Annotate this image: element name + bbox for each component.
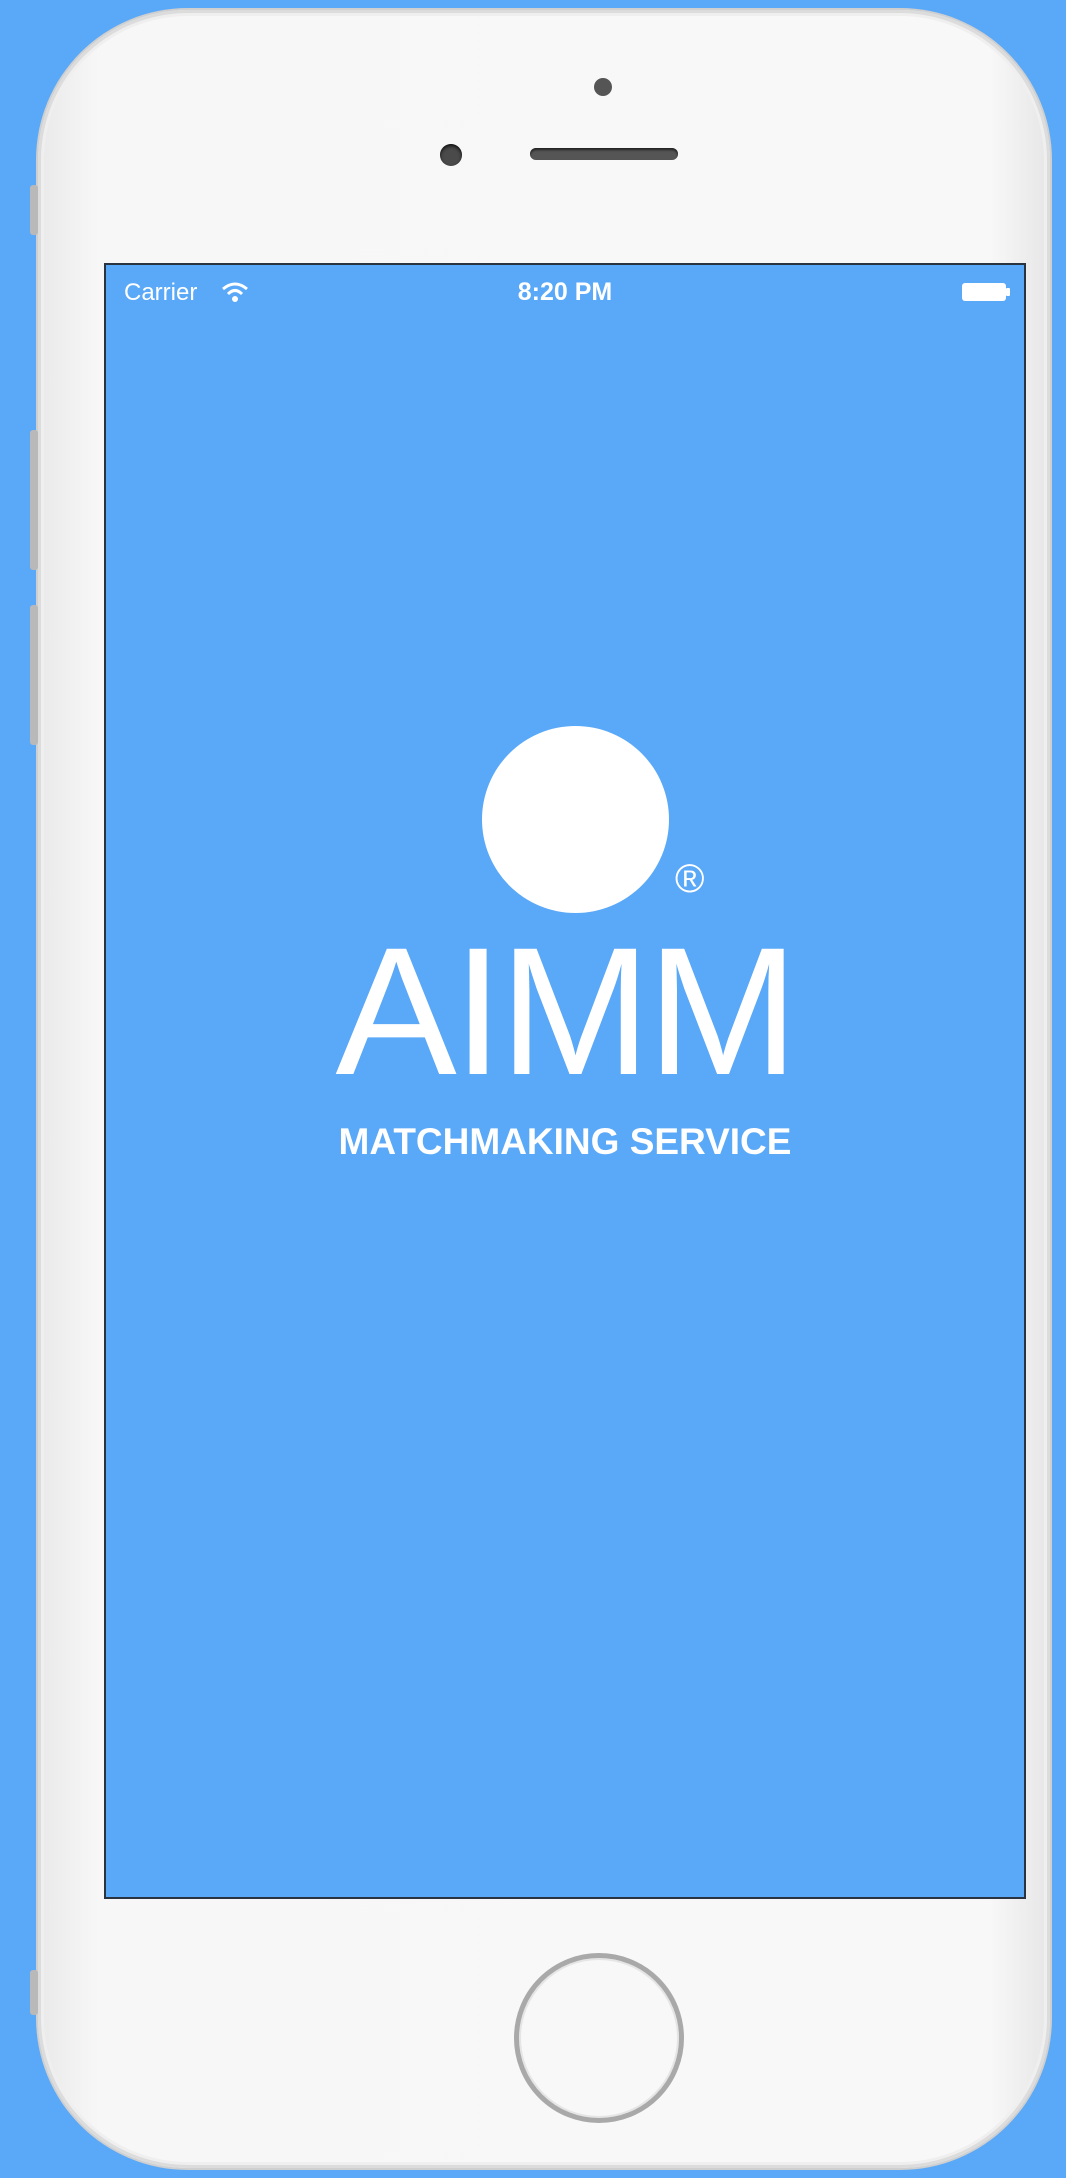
battery-icon xyxy=(962,283,1010,301)
brand-title: AIMM xyxy=(335,909,798,1113)
side-antenna xyxy=(30,1970,38,2015)
front-camera xyxy=(440,144,462,166)
logo-circle-icon xyxy=(482,726,669,913)
app-screen: Carrier 8:20 PM ® AIMM MATCHMAKING SERVI… xyxy=(104,263,1026,1899)
proximity-sensor xyxy=(594,78,612,96)
registered-mark: ® xyxy=(675,857,705,901)
brand-tagline: MATCHMAKING SERVICE xyxy=(338,1121,792,1162)
status-time: 8:20 PM xyxy=(517,278,613,306)
status-bar: Carrier 8:20 PM xyxy=(106,265,1024,321)
earpiece-speaker xyxy=(530,148,678,160)
volume-down-button xyxy=(30,605,38,745)
home-button[interactable] xyxy=(514,1953,684,2123)
mute-switch xyxy=(30,185,38,235)
volume-up-button xyxy=(30,430,38,570)
